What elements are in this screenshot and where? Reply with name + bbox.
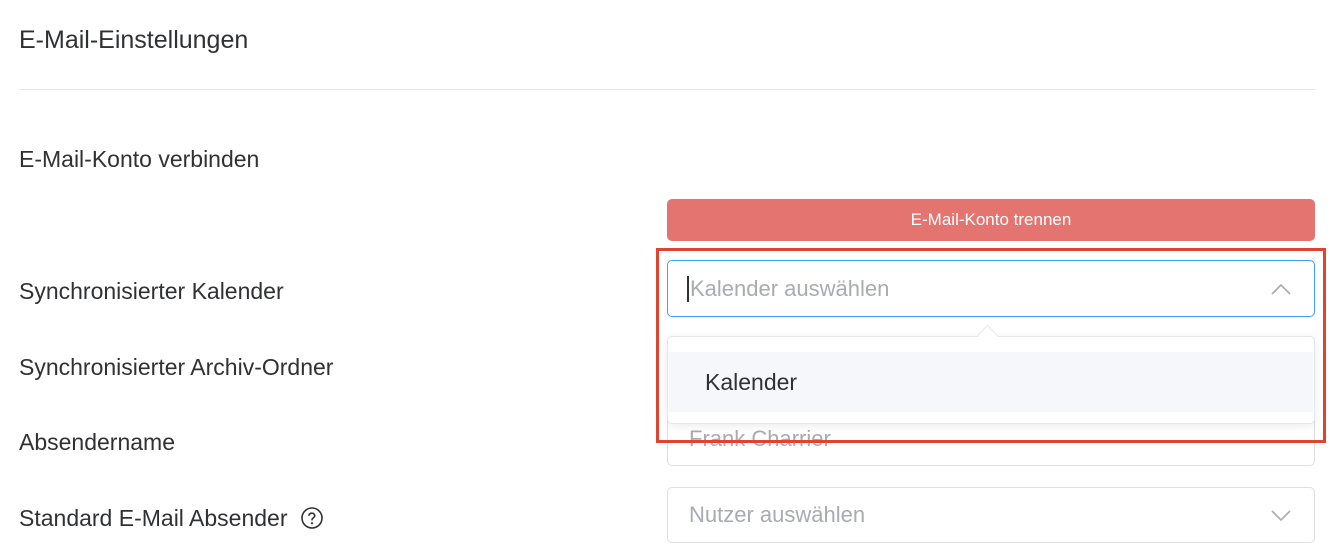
calendar-dropdown: Kalender <box>667 336 1315 424</box>
disconnect-account-button[interactable]: E-Mail-Konto trennen <box>667 199 1315 241</box>
default-sender-select[interactable]: Nutzer auswählen <box>667 487 1315 543</box>
sender-name-label: Absendername <box>19 429 175 455</box>
default-sender-label: Standard E-Mail Absender <box>19 505 324 532</box>
default-sender-label-text: Standard E-Mail Absender <box>19 505 288 531</box>
synced-archive-label: Synchronisierter Archiv-Ordner <box>19 354 334 380</box>
calendar-select[interactable]: Kalender auswählen <box>667 260 1315 317</box>
default-sender-placeholder: Nutzer auswählen <box>689 502 866 527</box>
title-divider <box>19 89 1315 90</box>
calendar-select-placeholder: Kalender auswählen <box>690 275 890 301</box>
chevron-up-icon <box>1271 283 1291 295</box>
connect-account-label: E-Mail-Konto verbinden <box>19 146 260 172</box>
sender-name-placeholder: Frank Charrier <box>689 426 831 451</box>
synced-calendar-label: Synchronisierter Kalender <box>19 278 284 304</box>
question-circle-icon[interactable] <box>300 506 324 530</box>
calendar-option[interactable]: Kalender <box>669 352 1313 412</box>
chevron-down-icon <box>1271 510 1291 522</box>
text-cursor <box>687 275 689 302</box>
page-title: E-Mail-Einstellungen <box>19 26 249 54</box>
